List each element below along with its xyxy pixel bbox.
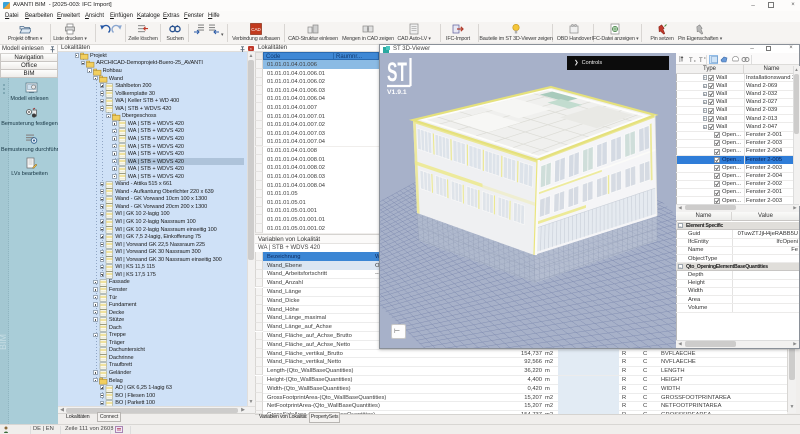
svg-text:T: T	[699, 58, 703, 64]
svg-text:ST: ST	[387, 57, 407, 87]
svg-text:T: T	[689, 58, 693, 64]
svg-text:CAD: CAD	[251, 27, 261, 32]
svg-text:V1.9.1: V1.9.1	[387, 89, 407, 96]
